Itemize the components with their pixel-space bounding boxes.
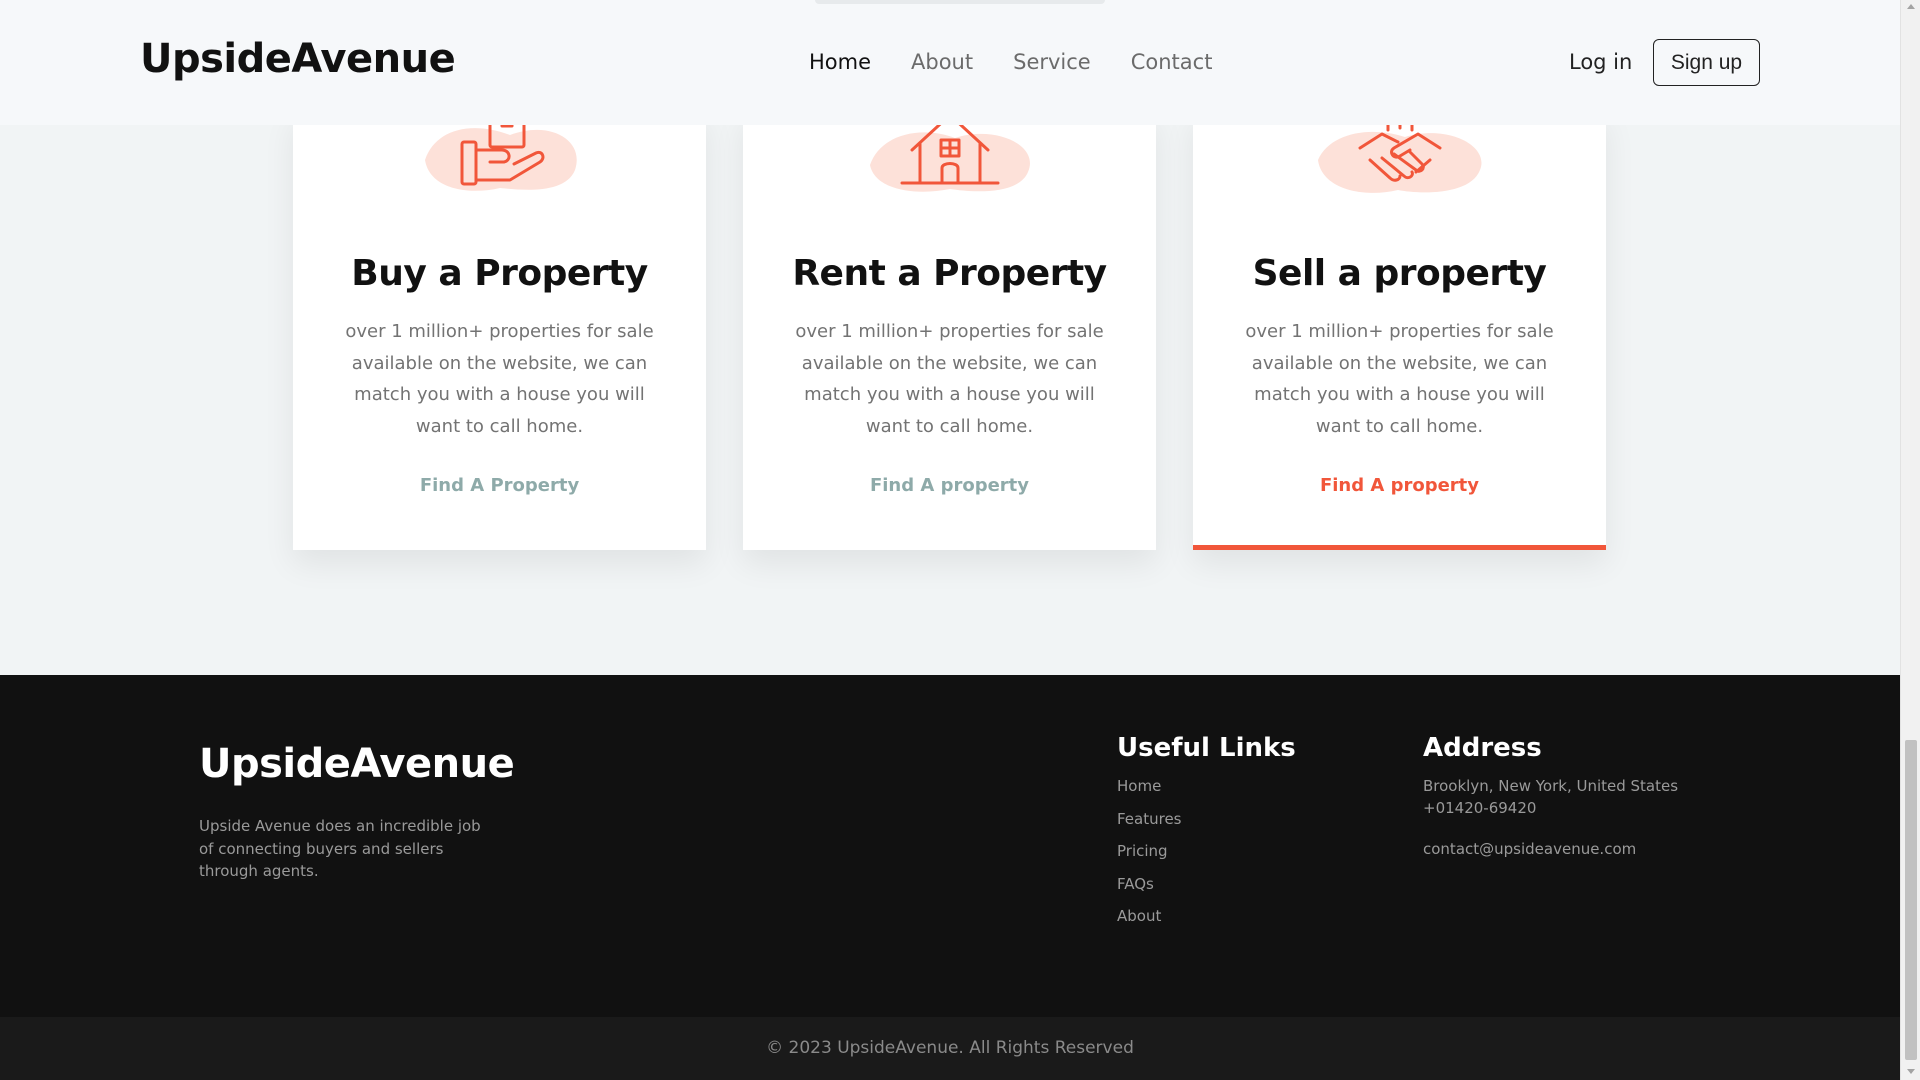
nav-home[interactable]: Home <box>809 50 871 74</box>
brand-logo[interactable]: UpsideAvenue <box>140 36 456 82</box>
address-title: Address <box>1423 733 1542 763</box>
footer-description: Upside Avenue does an incredible job of … <box>199 817 481 880</box>
login-link[interactable]: Log in <box>1569 50 1632 74</box>
main-nav: Home About Service Contact <box>809 50 1212 74</box>
card-description: over 1 million+ properties for sale avai… <box>345 321 654 437</box>
scroll-thumb[interactable] <box>1905 740 1917 1060</box>
copyright-text: © 2023 UpsideAvenue. All Rights Reserved <box>766 1038 1134 1058</box>
find-property-link[interactable]: Find A property <box>1193 475 1606 496</box>
card-description: over 1 million+ properties for sale avai… <box>795 321 1104 437</box>
contact-email[interactable]: contact@upsideavenue.com <box>1423 840 1636 858</box>
useful-links-title: Useful Links <box>1117 733 1296 763</box>
site-header: UpsideAvenue Home About Service Contact … <box>0 0 1900 125</box>
footer-link-about[interactable]: About <box>1117 905 1182 938</box>
footer-link-home[interactable]: Home <box>1117 775 1182 808</box>
nav-contact[interactable]: Contact <box>1131 50 1213 74</box>
site-footer: UpsideAvenue Upside Avenue does an incre… <box>0 675 1900 1017</box>
footer-link-pricing[interactable]: Pricing <box>1117 840 1182 873</box>
useful-links-list: Home Features Pricing FAQs About <box>1117 775 1182 938</box>
phone-number: +01420-69420 <box>1423 799 1537 817</box>
footer-link-features[interactable]: Features <box>1117 808 1182 841</box>
signup-button[interactable]: Sign up <box>1653 39 1760 86</box>
card-title: Sell a property <box>1252 253 1547 294</box>
find-property-link[interactable]: Find A property <box>743 475 1156 496</box>
nav-about[interactable]: About <box>911 50 973 74</box>
header-top-tab <box>815 0 1105 4</box>
service-card-sell: Sell a property over 1 million+ properti… <box>1193 110 1606 550</box>
scroll-down-arrow-icon[interactable] <box>1907 1069 1915 1074</box>
card-title: Rent a Property <box>792 253 1107 294</box>
copyright-bar: © 2023 UpsideAvenue. All Rights Reserved <box>0 1017 1900 1080</box>
footer-link-faqs[interactable]: FAQs <box>1117 873 1182 906</box>
page-scrollbar[interactable] <box>1900 0 1920 1080</box>
scroll-up-arrow-icon[interactable] <box>1907 4 1915 9</box>
service-card-buy: Buy a Property over 1 million+ propertie… <box>293 110 706 550</box>
address-line: Brooklyn, New York, United States <box>1423 777 1679 795</box>
nav-service[interactable]: Service <box>1013 50 1091 74</box>
card-title: Buy a Property <box>351 253 648 294</box>
service-card-rent: Rent a Property over 1 million+ properti… <box>743 102 1156 550</box>
find-property-link[interactable]: Find A Property <box>293 475 706 496</box>
card-description: over 1 million+ properties for sale avai… <box>1245 321 1554 437</box>
address-block: Brooklyn, New York, United States +01420… <box>1423 775 1678 819</box>
footer-brand[interactable]: UpsideAvenue <box>199 741 515 787</box>
